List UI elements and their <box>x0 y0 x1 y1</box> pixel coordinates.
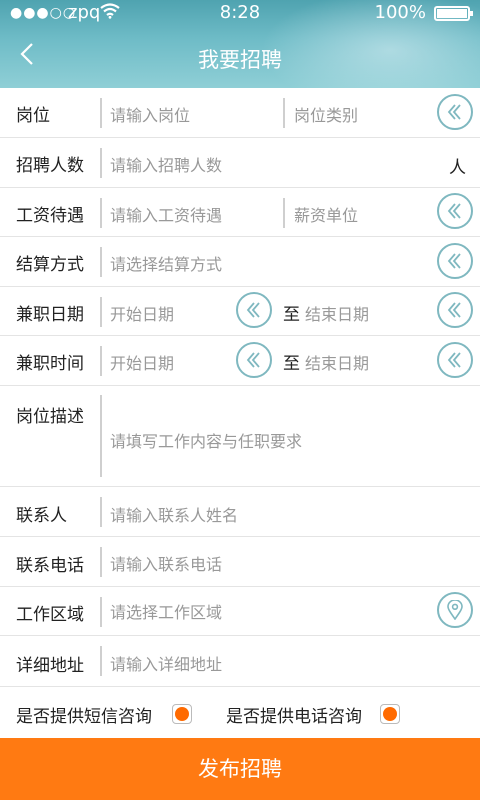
chevron-left-icon <box>447 253 461 269</box>
address-input[interactable]: 请输入详细地址 <box>110 651 222 675</box>
position-input[interactable]: 请输入岗位 <box>110 102 190 126</box>
divider <box>100 247 102 277</box>
divider <box>100 98 102 128</box>
chevron-left-icon <box>447 302 461 318</box>
page-title: 我要招聘 <box>198 48 282 72</box>
checkbox-dot-icon <box>175 707 189 721</box>
date-start-input[interactable]: 开始日期 <box>110 301 174 325</box>
date-end-input[interactable]: 结束日期 <box>305 301 369 325</box>
date-label: 兼职日期 <box>16 305 84 325</box>
location-pin-icon <box>447 600 463 620</box>
form-row-area: 工作区域 请选择工作区域 <box>0 587 480 636</box>
form-row-settlement: 结算方式 请选择结算方式 <box>0 237 480 287</box>
position-category-select[interactable]: 岗位类别 <box>294 102 358 126</box>
divider <box>100 547 102 577</box>
address-label: 详细地址 <box>16 656 84 676</box>
salary-label: 工资待遇 <box>16 206 84 226</box>
divider <box>283 98 285 128</box>
phone-input[interactable]: 请输入联系电话 <box>110 551 222 575</box>
form-row-position: 岗位 请输入岗位 岗位类别 <box>0 88 480 138</box>
salary-unit-dropdown-button[interactable] <box>437 193 473 229</box>
chevron-left-icon <box>447 203 461 219</box>
chevron-left-icon <box>246 352 260 368</box>
headcount-unit: 人 <box>449 158 466 178</box>
chevron-left-icon <box>447 104 461 120</box>
divider <box>100 198 102 228</box>
area-label: 工作区域 <box>16 605 84 625</box>
headcount-label: 招聘人数 <box>16 156 84 176</box>
settlement-label: 结算方式 <box>16 255 84 275</box>
settlement-select[interactable]: 请选择结算方式 <box>110 251 222 275</box>
description-textarea[interactable]: 请填写工作内容与任职要求 <box>110 428 302 452</box>
checkbox-dot-icon <box>383 707 397 721</box>
position-label: 岗位 <box>16 106 50 126</box>
divider <box>100 646 102 676</box>
area-location-button[interactable] <box>437 592 473 628</box>
area-select[interactable]: 请选择工作区域 <box>110 599 222 623</box>
form-row-address: 详细地址 请输入详细地址 <box>0 636 480 687</box>
divider <box>100 346 102 376</box>
phone-label: 联系电话 <box>16 556 84 576</box>
contact-input[interactable]: 请输入联系人姓名 <box>110 502 238 526</box>
status-bar: ●●●○○ zpq 8:28 100% <box>0 0 480 26</box>
battery-percent: 100% <box>374 2 426 23</box>
form-row-time: 兼职时间 开始日期 至 结束日期 <box>0 336 480 386</box>
sms-consult-label: 是否提供短信咨询 <box>16 707 152 727</box>
time-start-picker-button[interactable] <box>236 342 272 378</box>
time-to-label: 至 <box>283 354 300 374</box>
time-end-input[interactable]: 结束日期 <box>305 350 369 374</box>
time-start-input[interactable]: 开始日期 <box>110 350 174 374</box>
time-end-picker-button[interactable] <box>437 342 473 378</box>
date-start-picker-button[interactable] <box>236 292 272 328</box>
date-to-label: 至 <box>283 305 300 325</box>
form-row-contact: 联系人 请输入联系人姓名 <box>0 487 480 537</box>
form-row-headcount: 招聘人数 请输入招聘人数 人 <box>0 138 480 188</box>
settlement-dropdown-button[interactable] <box>437 243 473 279</box>
position-category-dropdown-button[interactable] <box>437 94 473 130</box>
headcount-input[interactable]: 请输入招聘人数 <box>110 152 222 176</box>
battery-icon <box>434 6 473 21</box>
header-bar: ●●●○○ zpq 8:28 100% 我要招聘 <box>0 0 480 88</box>
chevron-left-icon <box>447 352 461 368</box>
publish-button[interactable]: 发布招聘 <box>0 738 480 800</box>
phone-consult-label: 是否提供电话咨询 <box>226 707 362 727</box>
divider <box>100 597 102 627</box>
form-row-salary: 工资待遇 请输入工资待遇 薪资单位 <box>0 188 480 237</box>
chevron-left-icon <box>246 302 260 318</box>
form-row-phone: 联系电话 请输入联系电话 <box>0 537 480 587</box>
sms-consult-checkbox[interactable] <box>172 704 192 724</box>
divider <box>100 148 102 178</box>
contact-label: 联系人 <box>16 506 67 526</box>
description-label: 岗位描述 <box>16 407 84 427</box>
salary-unit-select[interactable]: 薪资单位 <box>294 202 358 226</box>
divider <box>100 497 102 527</box>
form-row-description: 岗位描述 请填写工作内容与任职要求 <box>0 386 480 487</box>
time-label: 兼职时间 <box>16 354 84 374</box>
phone-consult-checkbox[interactable] <box>380 704 400 724</box>
date-end-picker-button[interactable] <box>437 292 473 328</box>
divider <box>283 198 285 228</box>
divider <box>100 297 102 327</box>
form-row-date: 兼职日期 开始日期 至 结束日期 <box>0 287 480 336</box>
divider <box>100 395 102 477</box>
salary-input[interactable]: 请输入工资待遇 <box>110 202 222 226</box>
